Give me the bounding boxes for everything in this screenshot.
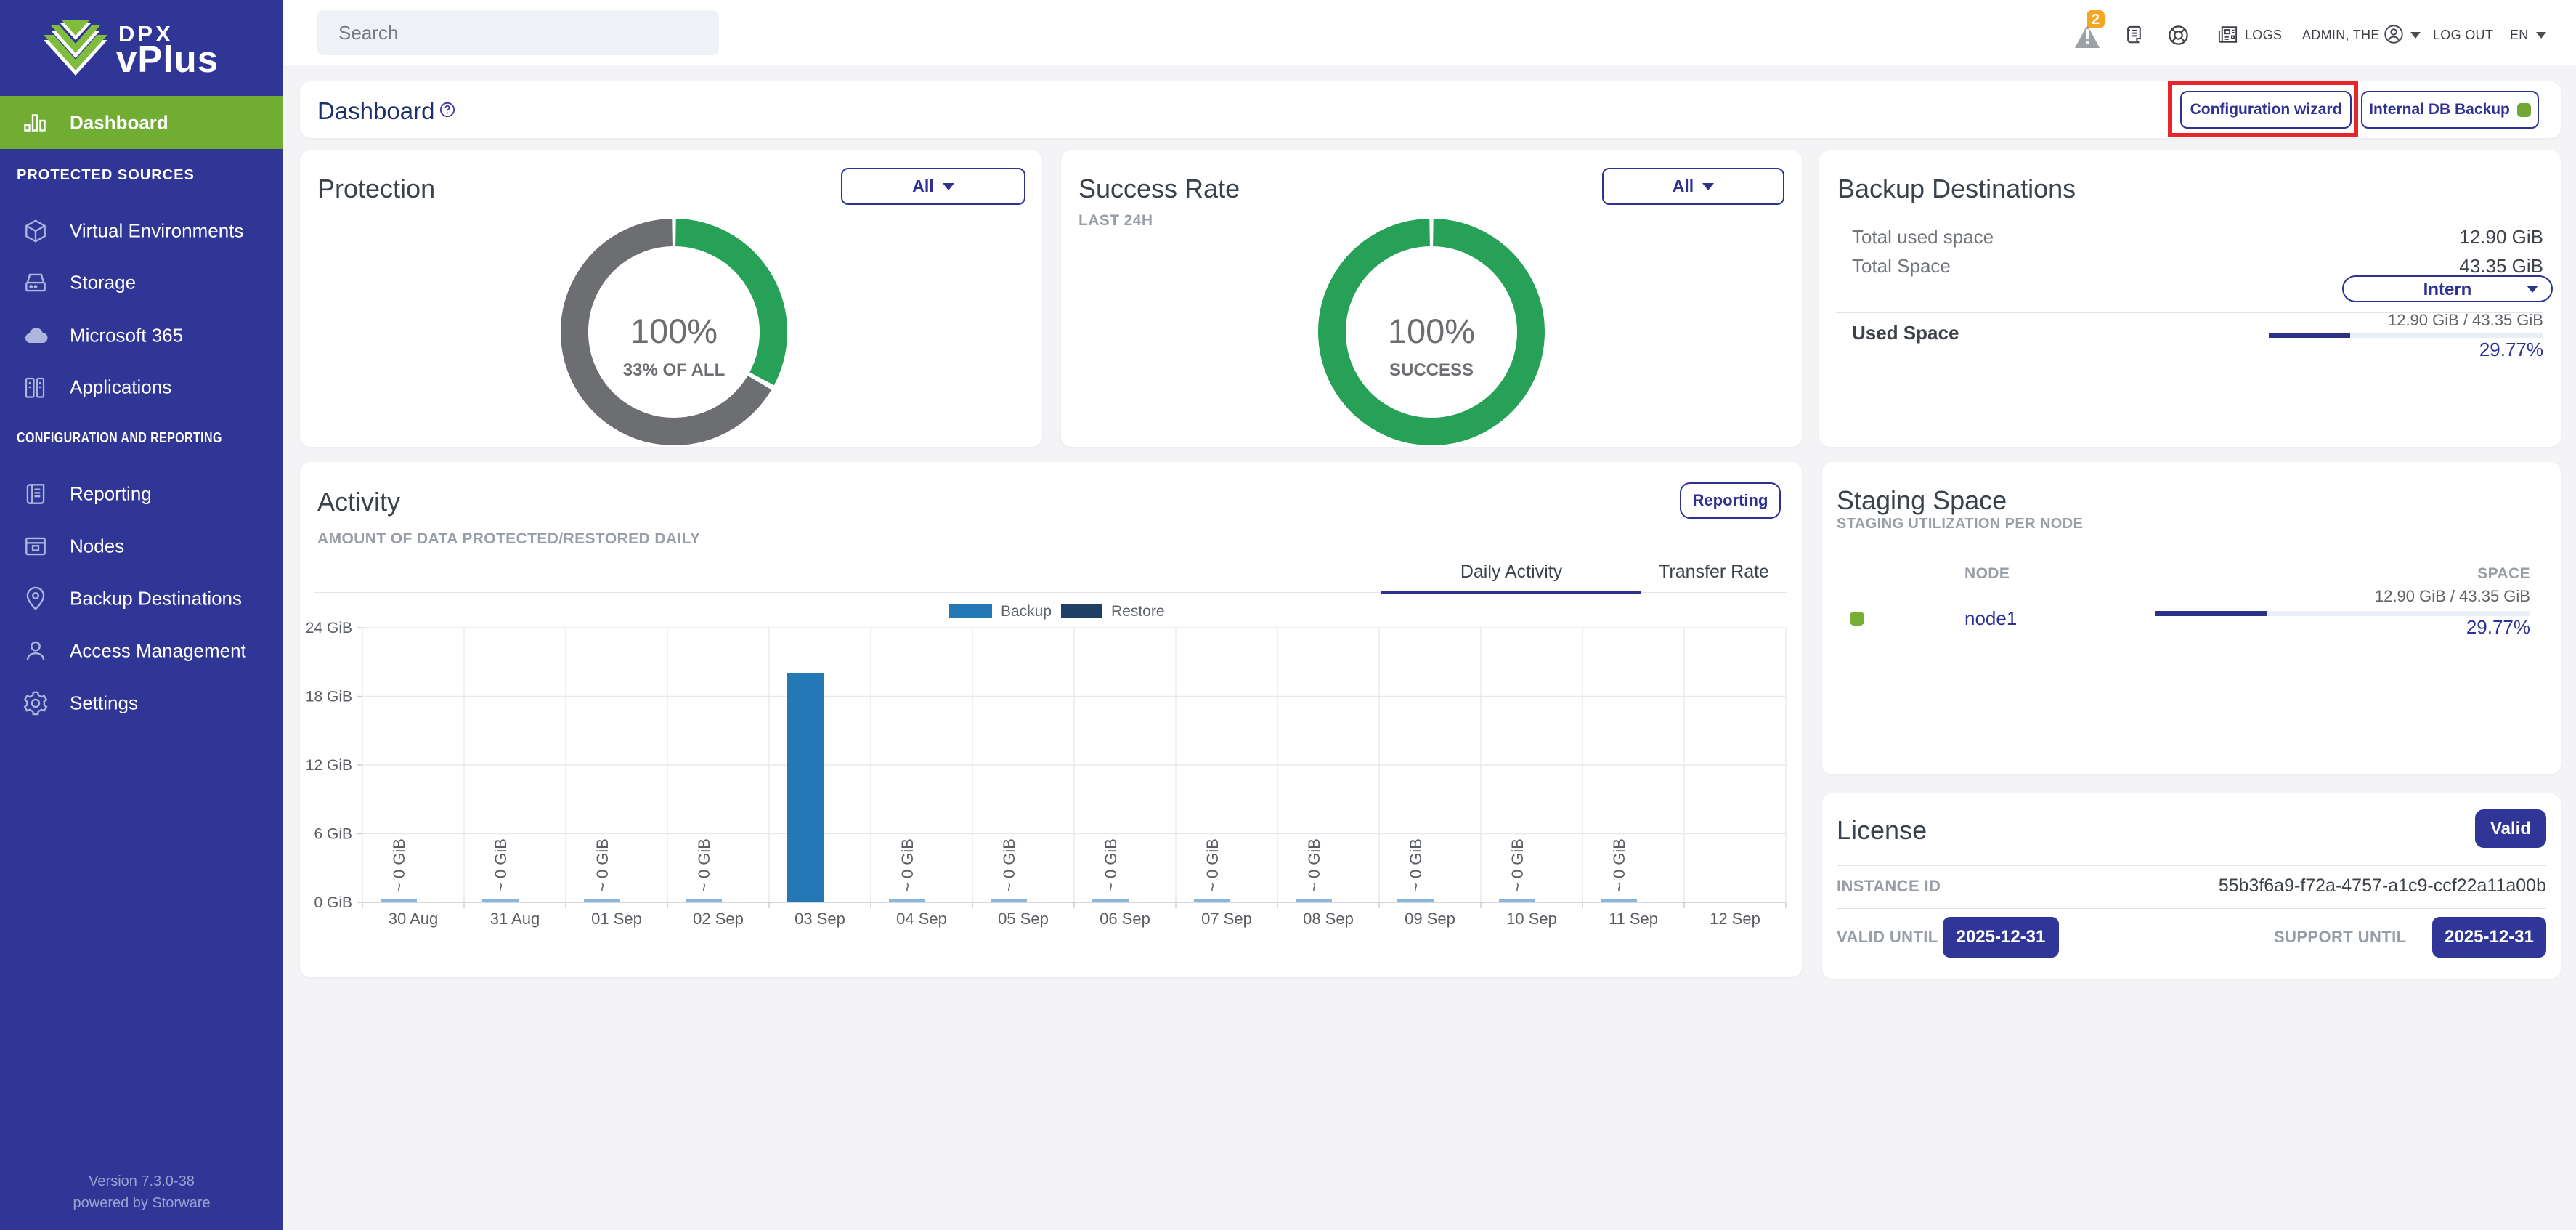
svg-text:0 GiB: 0 GiB <box>314 894 352 911</box>
svg-text:~ 0 GiB: ~ 0 GiB <box>898 838 917 892</box>
svg-text:12 GiB: 12 GiB <box>306 757 352 774</box>
svg-text:10 Sep: 10 Sep <box>1506 910 1557 928</box>
svg-text:~ 0 GiB: ~ 0 GiB <box>1407 838 1425 892</box>
svg-text:~ 0 GiB: ~ 0 GiB <box>1102 838 1120 892</box>
svg-text:02 Sep: 02 Sep <box>693 910 744 928</box>
svg-text:06 Sep: 06 Sep <box>1100 910 1150 928</box>
svg-text:~ 0 GiB: ~ 0 GiB <box>390 838 408 892</box>
svg-text:11 Sep: 11 Sep <box>1609 910 1658 928</box>
svg-text:09 Sep: 09 Sep <box>1405 910 1455 928</box>
svg-text:~ 0 GiB: ~ 0 GiB <box>1203 838 1222 892</box>
svg-text:24 GiB: 24 GiB <box>306 620 352 636</box>
svg-text:33% OF ALL: 33% OF ALL <box>623 360 725 380</box>
svg-text:30 Aug: 30 Aug <box>389 910 439 928</box>
svg-text:18 GiB: 18 GiB <box>306 689 352 705</box>
svg-text:03 Sep: 03 Sep <box>795 910 845 928</box>
svg-text:2: 2 <box>2092 12 2100 28</box>
svg-text:08 Sep: 08 Sep <box>1303 910 1354 928</box>
svg-text:01 Sep: 01 Sep <box>591 910 642 928</box>
svg-text:~ 0 GiB: ~ 0 GiB <box>695 838 713 892</box>
svg-text:100%: 100% <box>630 312 718 350</box>
svg-text:~ 0 GiB: ~ 0 GiB <box>1305 838 1323 892</box>
svg-text:vPlus: vPlus <box>116 39 219 78</box>
svg-text:~ 0 GiB: ~ 0 GiB <box>492 838 510 892</box>
svg-text:12 Sep: 12 Sep <box>1710 910 1760 928</box>
svg-text:05 Sep: 05 Sep <box>998 910 1049 928</box>
svg-text:6 GiB: 6 GiB <box>314 826 352 843</box>
svg-text:SUCCESS: SUCCESS <box>1389 360 1474 380</box>
svg-text:100%: 100% <box>1388 312 1475 350</box>
svg-text:~ 0 GiB: ~ 0 GiB <box>1508 838 1527 892</box>
svg-text:07 Sep: 07 Sep <box>1201 910 1252 928</box>
svg-text:31 Aug: 31 Aug <box>490 910 540 928</box>
svg-text:~ 0 GiB: ~ 0 GiB <box>593 838 612 892</box>
svg-text:~ 0 GiB: ~ 0 GiB <box>1000 838 1018 892</box>
svg-text:04 Sep: 04 Sep <box>896 910 947 928</box>
svg-text:~ 0 GiB: ~ 0 GiB <box>1610 838 1628 892</box>
